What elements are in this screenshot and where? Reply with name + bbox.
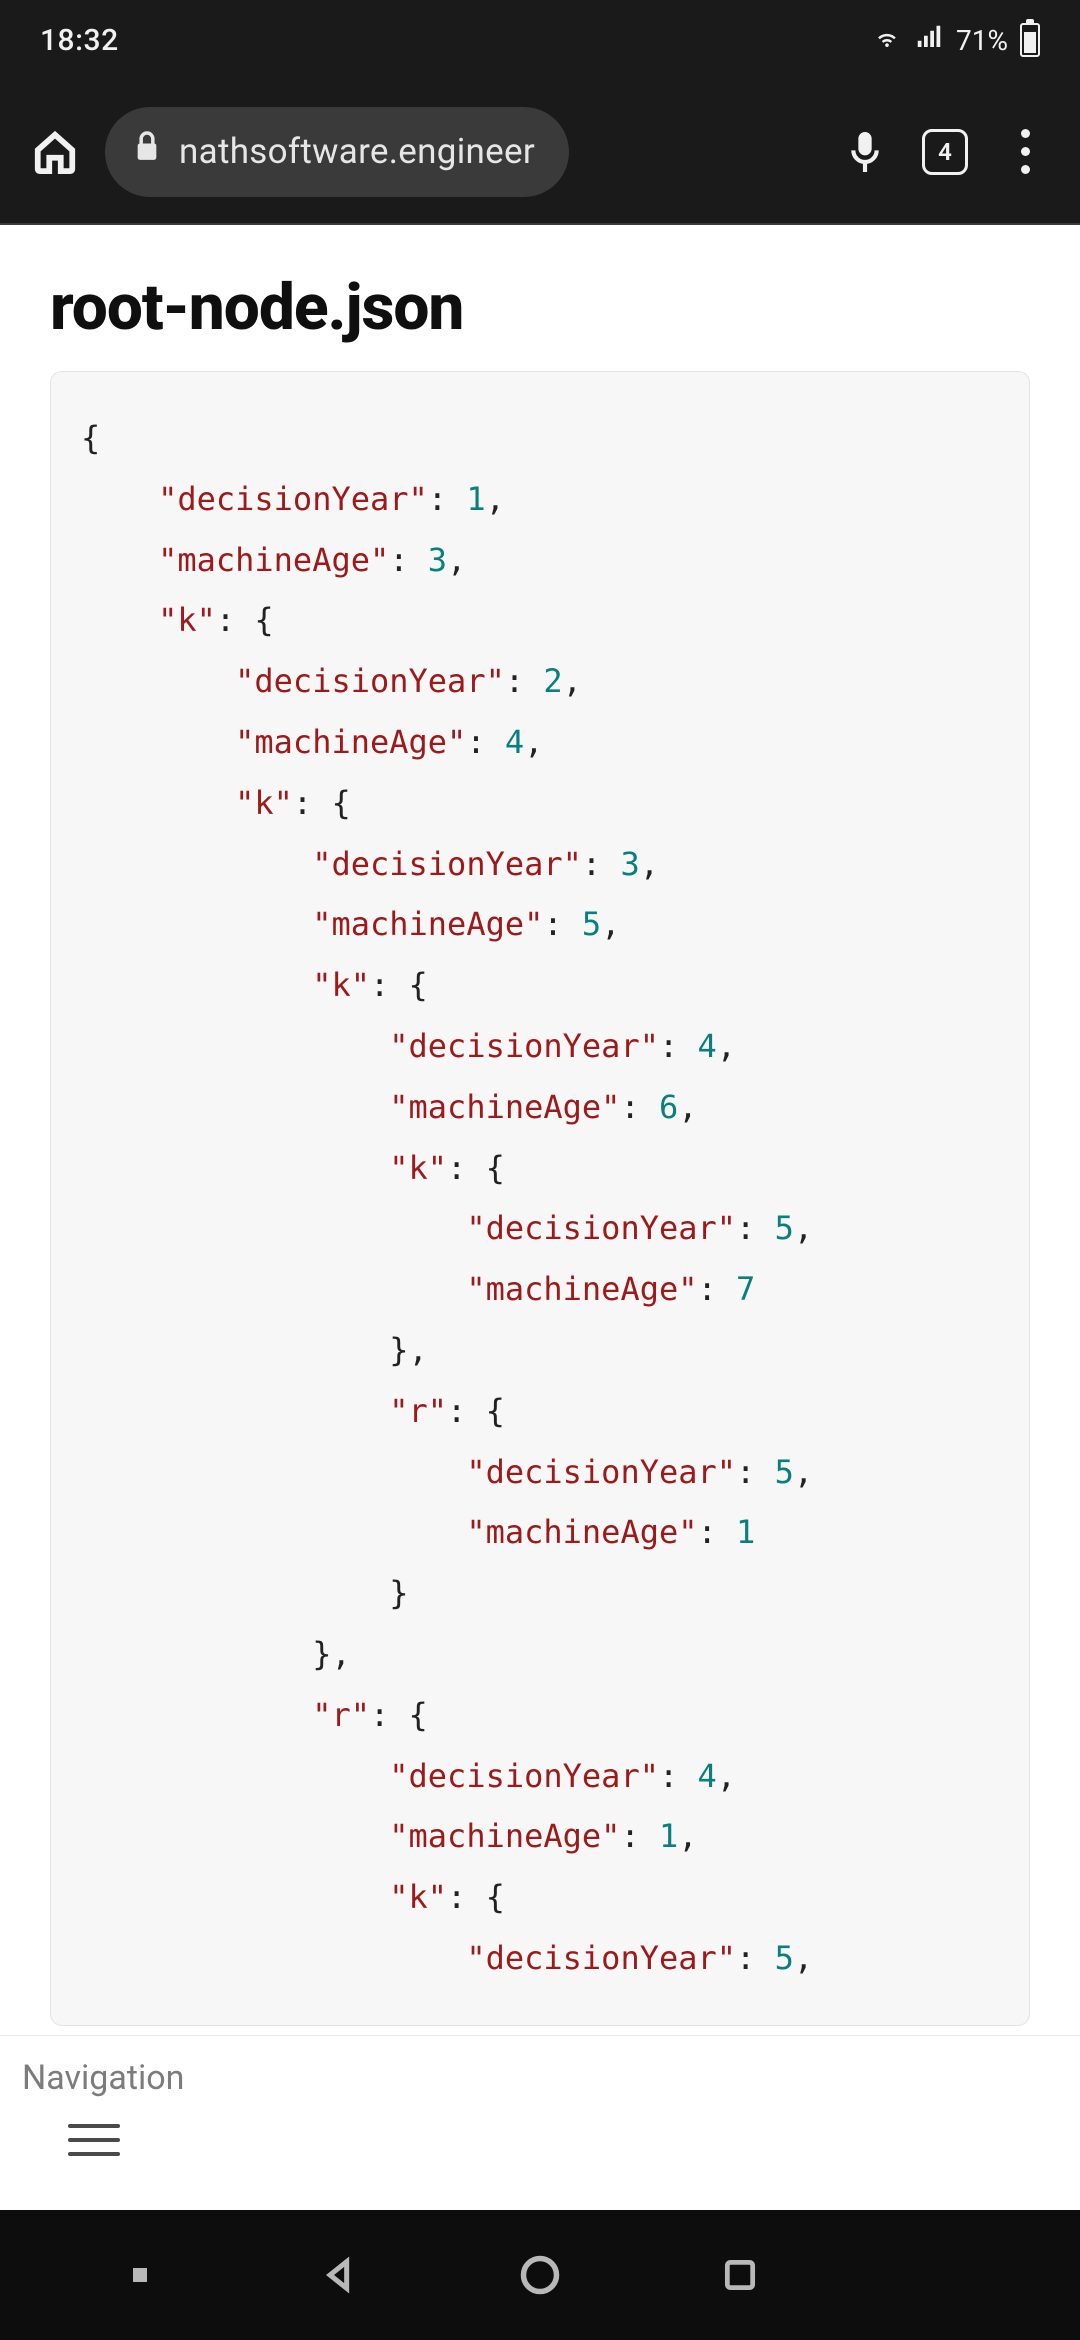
page-title: root-node.json <box>50 270 1030 345</box>
browser-toolbar: nathsoftware.engineer 4 <box>0 80 1080 225</box>
page-content[interactable]: root-node.json { "decisionYear": 1, "mac… <box>0 225 1080 2210</box>
back-button[interactable] <box>317 2252 363 2298</box>
menu-button[interactable] <box>995 122 1055 182</box>
status-time: 18:32 <box>40 23 119 58</box>
code-block[interactable]: { "decisionYear": 1, "machineAge": 3, "k… <box>50 371 1030 2026</box>
tabs-button[interactable]: 4 <box>915 122 975 182</box>
navigation-footer: Navigation <box>0 2035 1080 2210</box>
wifi-icon <box>872 22 902 59</box>
home-button[interactable] <box>25 122 85 182</box>
navigation-label: Navigation <box>22 2058 1058 2098</box>
battery-percent: 71% <box>956 24 1008 57</box>
battery-icon <box>1020 23 1040 57</box>
url-text: nathsoftware.engineer <box>179 131 535 172</box>
nav-spacer <box>917 2252 963 2298</box>
assistant-button[interactable] <box>117 2252 163 2298</box>
signal-icon <box>914 22 944 59</box>
home-nav-button[interactable] <box>517 2252 563 2298</box>
lock-icon <box>133 129 161 174</box>
recents-button[interactable] <box>717 2252 763 2298</box>
system-nav-bar <box>0 2210 1080 2340</box>
address-bar[interactable]: nathsoftware.engineer <box>105 107 569 197</box>
menu-icon[interactable] <box>68 2124 120 2156</box>
status-right: 71% <box>872 22 1040 59</box>
kebab-icon <box>1021 129 1030 174</box>
voice-search-button[interactable] <box>835 122 895 182</box>
tabs-count: 4 <box>922 129 968 175</box>
status-bar: 18:32 71% <box>0 0 1080 80</box>
